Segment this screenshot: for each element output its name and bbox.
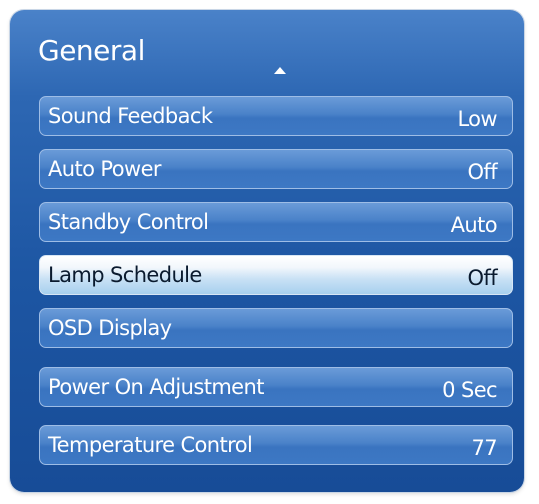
menu-item-label: Sound Feedback bbox=[48, 104, 213, 128]
menu-item-label: Temperature Control bbox=[48, 433, 253, 457]
menu-item-value: Off bbox=[467, 159, 497, 184]
menu-item-temperature-control[interactable]: Temperature Control 77 bbox=[39, 425, 513, 465]
menu-item-auto-power[interactable]: Auto Power Off bbox=[39, 149, 513, 189]
general-menu-panel: General Sound Feedback Low Auto Power Of… bbox=[10, 10, 524, 492]
menu-item-label: Power On Adjustment bbox=[48, 375, 264, 399]
menu-item-lamp-schedule[interactable]: Lamp Schedule Off bbox=[39, 255, 513, 295]
menu-item-value: 0 Sec bbox=[442, 377, 497, 402]
menu-item-label: Auto Power bbox=[48, 157, 162, 181]
menu-item-sound-feedback[interactable]: Sound Feedback Low bbox=[39, 96, 513, 136]
menu-item-osd-display[interactable]: OSD Display bbox=[39, 308, 513, 348]
menu-item-label: OSD Display bbox=[48, 316, 172, 340]
up-arrow-icon[interactable] bbox=[274, 67, 286, 74]
menu-item-value: 77 bbox=[471, 435, 497, 460]
menu-item-label: Lamp Schedule bbox=[48, 263, 202, 287]
menu-item-value: Low bbox=[457, 106, 497, 131]
menu-item-value: Off bbox=[467, 265, 497, 290]
menu-item-standby-control[interactable]: Standby Control Auto bbox=[39, 202, 513, 242]
menu-title: General bbox=[38, 34, 145, 67]
menu-item-label: Standby Control bbox=[48, 210, 209, 234]
menu-item-value: Auto bbox=[450, 212, 498, 237]
menu-item-power-on-adjustment[interactable]: Power On Adjustment 0 Sec bbox=[39, 367, 513, 407]
